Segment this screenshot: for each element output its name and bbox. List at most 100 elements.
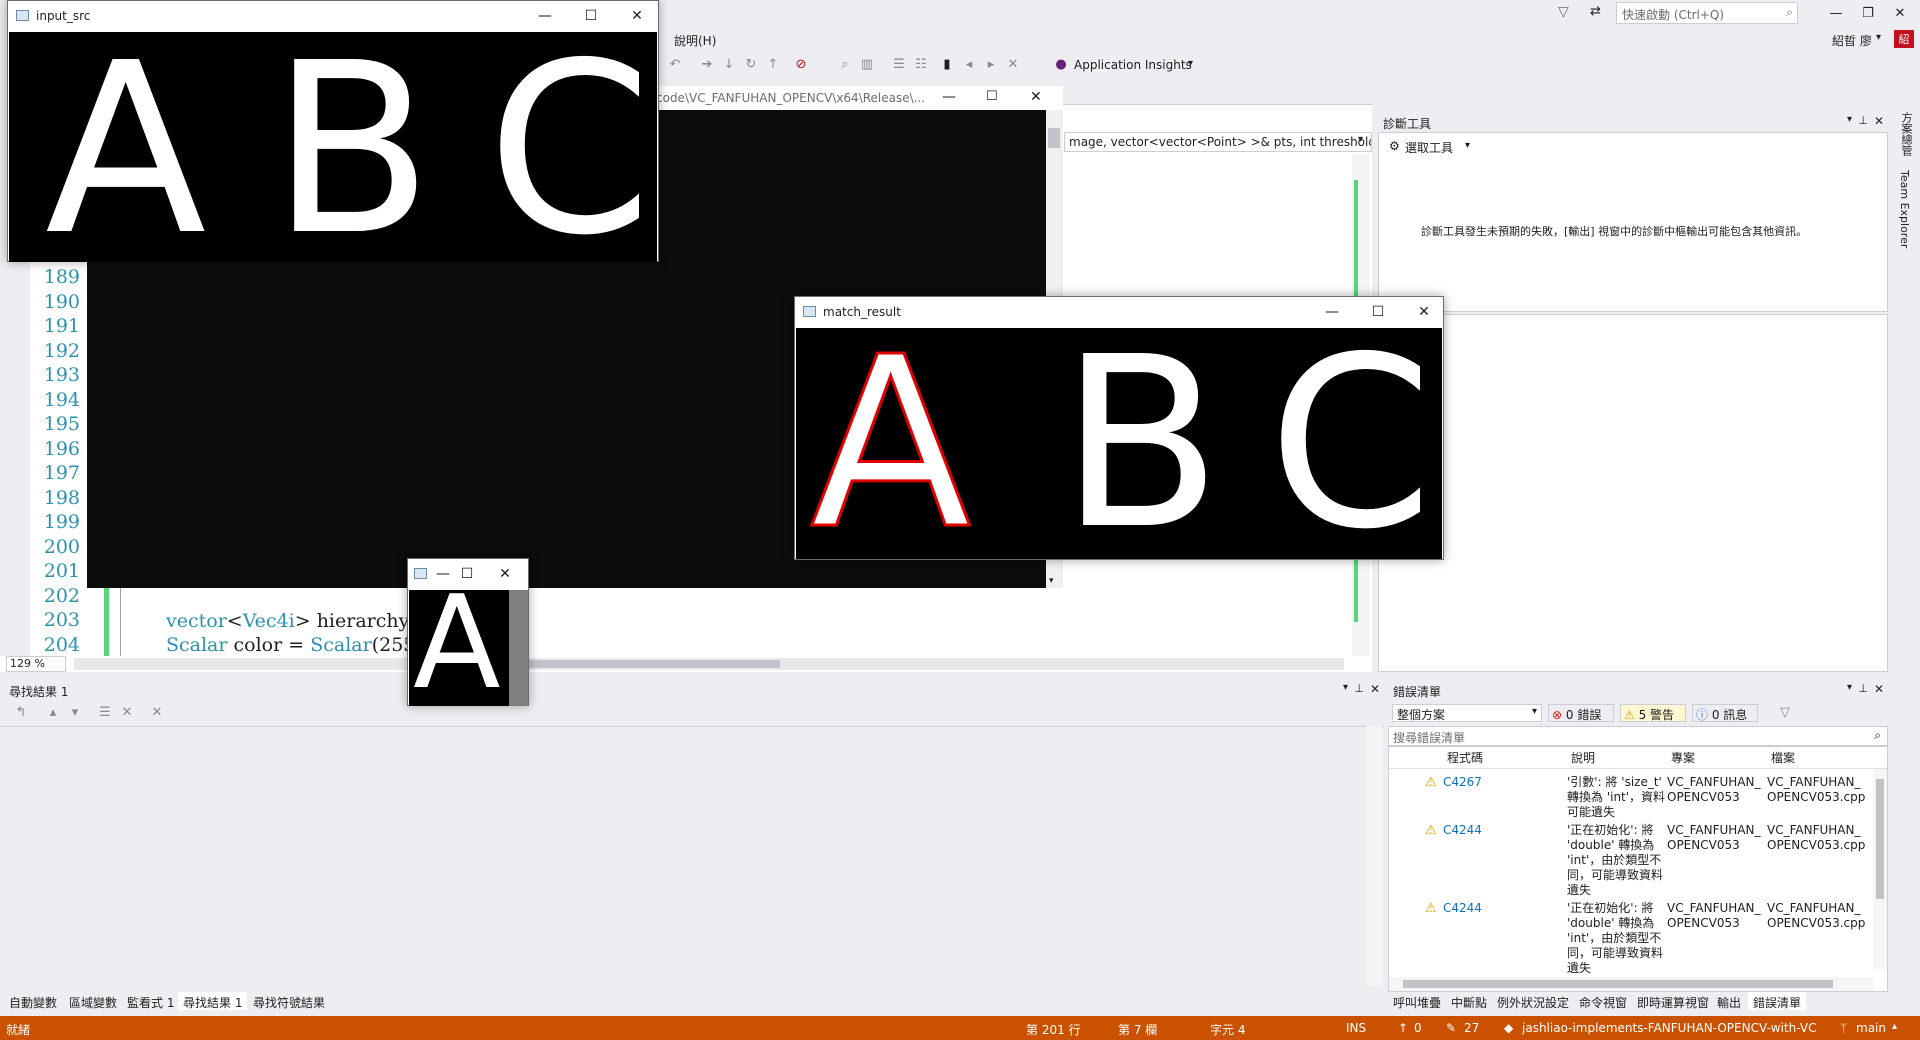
status-branch[interactable]: main (1856, 1021, 1886, 1035)
bookmark-icon[interactable]: ▮ (940, 58, 954, 72)
bookmark-prev-icon[interactable]: ◂ (962, 58, 976, 72)
tab-locals[interactable]: 區域變數 (64, 992, 122, 1010)
chevron-down-icon[interactable]: ▾ (1188, 58, 1193, 69)
chevron-down-icon[interactable]: ▾ (1847, 682, 1852, 693)
undo-icon[interactable]: ↶ (668, 58, 682, 72)
column-code[interactable]: 程式碼 (1447, 751, 1483, 766)
restart-icon[interactable]: ↻ (744, 58, 758, 72)
feedback-icon[interactable]: ⇄ (1590, 4, 1601, 19)
close-button[interactable]: ✕ (1030, 89, 1042, 105)
member-dropdown[interactable]: mage, vector<vector<Point> >& pts, int t… (1064, 132, 1372, 152)
input-src-window[interactable]: input_src — ☐ ✕ A B C (7, 0, 659, 262)
column-file[interactable]: 檔案 (1771, 751, 1795, 766)
code-line-203[interactable]: vector<Vec4i> hierarchy01 (166, 610, 434, 632)
maximize-button[interactable]: ☐ (986, 89, 998, 104)
menu-help[interactable]: 說明(H) (674, 32, 716, 49)
maximize-button[interactable]: ☐ (582, 7, 600, 25)
tab-breakpoints[interactable]: 中斷點 (1446, 992, 1492, 1010)
find-panel-header[interactable]: 尋找結果 1 ▾ ⊥ ✕ (4, 680, 1384, 700)
chevron-down-icon[interactable]: ▾ (1343, 682, 1348, 693)
split-icon[interactable]: ▥ (860, 58, 874, 72)
pin-icon[interactable]: ⊥ (1858, 682, 1868, 695)
code-line-204[interactable]: Scalar color = Scalar(255 (166, 634, 415, 656)
template-window[interactable]: — ☐ ✕ A (407, 558, 529, 706)
scope-select[interactable]: 整個方案 ▾ (1392, 704, 1542, 722)
next-icon[interactable]: ▾ (68, 706, 82, 720)
column-project[interactable]: 專案 (1671, 751, 1695, 766)
error-code[interactable]: C4244 (1443, 823, 1482, 838)
template-titlebar[interactable]: — ☐ ✕ (408, 559, 528, 589)
find-scrollbar[interactable] (1366, 726, 1382, 986)
list-icon[interactable]: ☰ (98, 706, 112, 720)
status-ins[interactable]: INS (1346, 1021, 1366, 1035)
error-code[interactable]: C4267 (1443, 775, 1482, 790)
arrow-up-icon[interactable]: ↑ (1398, 1021, 1408, 1035)
pin-icon[interactable]: ⊥ (1354, 682, 1364, 695)
gear-icon[interactable]: ⚙ (1389, 139, 1400, 153)
close-button[interactable]: ✕ (1888, 4, 1912, 24)
restore-button[interactable]: ❐ (1856, 4, 1880, 24)
status-repo[interactable]: jashliao-implements-FANFUHAN-OPENCV-with… (1522, 1021, 1816, 1035)
status-unpushed[interactable]: 0 (1414, 1021, 1422, 1035)
select-tools-button[interactable]: 選取工具 (1405, 139, 1453, 156)
insights-button[interactable]: Application Insights (1074, 58, 1192, 72)
find-results-list[interactable] (0, 726, 1384, 982)
status-char[interactable]: 字元 4 (1210, 1021, 1245, 1038)
tab-find-results[interactable]: 尋找結果 1 (178, 992, 248, 1010)
solution-explorer-tab[interactable]: 方案總管 (1898, 112, 1914, 156)
step-out-icon[interactable]: ↑ (766, 58, 780, 72)
step-into-icon[interactable]: ↓ (722, 58, 736, 72)
minimize-button[interactable]: — (536, 7, 554, 25)
tab-find-symbol[interactable]: 尋找符號結果 (248, 992, 330, 1010)
git-repo-icon[interactable]: ◆ (1504, 1021, 1513, 1035)
error-vscroll[interactable] (1873, 769, 1887, 969)
close-icon[interactable]: ✕ (1370, 682, 1380, 696)
tab-call-stack[interactable]: 呼叫堆疊 (1388, 992, 1446, 1010)
tab-command-window[interactable]: 命令視窗 (1574, 992, 1632, 1010)
close-button[interactable]: ✕ (1415, 303, 1433, 321)
status-edits[interactable]: 27 (1464, 1021, 1479, 1035)
scrollbar-thumb[interactable] (1048, 128, 1060, 148)
find-icon[interactable]: ⌕ (838, 58, 852, 72)
error-code[interactable]: C4244 (1443, 901, 1482, 916)
close-button[interactable]: ✕ (628, 7, 646, 25)
step-over-icon[interactable]: ➔ (700, 58, 714, 72)
error-search-input[interactable]: 搜尋錯誤清單 ⌕ (1388, 726, 1888, 746)
minimize-button[interactable]: — (1824, 4, 1848, 24)
chevron-down-icon[interactable]: ▾ (1049, 576, 1054, 586)
console-titlebar[interactable]: code\VC_FANFUHAN_OPENCV\x64\Release\... … (650, 86, 1063, 110)
avatar[interactable]: 紹 (1894, 30, 1914, 50)
tab-watch[interactable]: 監看式 1 (122, 992, 179, 1010)
zoom-level[interactable]: 129 % (6, 656, 66, 672)
filter-icon[interactable]: ▽ (1558, 4, 1569, 20)
match-result-window[interactable]: match_result — ☐ ✕ A B C (794, 296, 1444, 560)
close-button[interactable]: ✕ (496, 565, 514, 583)
column-desc[interactable]: 說明 (1571, 751, 1595, 766)
messages-filter-button[interactable]: ⓘ 0 訊息 (1692, 704, 1758, 722)
close-icon[interactable]: ✕ (1874, 114, 1884, 128)
bookmark-next-icon[interactable]: ▸ (984, 58, 998, 72)
input-src-titlebar[interactable]: input_src — ☐ ✕ (8, 1, 658, 31)
status-col[interactable]: 第 7 欄 (1118, 1021, 1157, 1038)
chevron-down-icon[interactable]: ▾ (1465, 140, 1470, 151)
minimize-button[interactable]: — (434, 565, 452, 583)
bookmark-clear-icon[interactable]: ✕ (1006, 58, 1020, 72)
branch-icon[interactable]: ᛘ (1840, 1021, 1847, 1035)
clear-icon[interactable]: ✕ (120, 706, 134, 720)
chevron-down-icon[interactable]: ▾ (1358, 134, 1363, 145)
filter-icon[interactable]: ▽ (1778, 706, 1792, 720)
prev-icon[interactable]: ▴ (46, 706, 60, 720)
scrollbar-thumb[interactable] (1876, 779, 1884, 899)
chevron-down-icon[interactable]: ▾ (1847, 114, 1852, 125)
diag-panel-header[interactable]: 診斷工具 ▾ ⊥ ✕ (1378, 112, 1888, 132)
quick-launch-input[interactable]: 快速啟動 (Ctrl+Q) ⌕ (1616, 2, 1798, 24)
stop-icon[interactable]: ✕ (150, 706, 164, 720)
tab-error-list[interactable]: 錯誤清單 (1748, 992, 1807, 1010)
exception-icon[interactable]: ⊘ (794, 58, 808, 72)
chevron-up-icon[interactable]: ▴ (1892, 1021, 1897, 1032)
chevron-down-icon[interactable]: ▾ (1876, 32, 1881, 43)
errors-filter-button[interactable]: ⊗ 0 錯誤 (1548, 704, 1614, 722)
outdent-icon[interactable]: ☷ (914, 58, 928, 72)
go-to-icon[interactable]: ↰ (14, 706, 28, 720)
tab-immediate-window[interactable]: 即時運算視窗 (1632, 992, 1714, 1010)
